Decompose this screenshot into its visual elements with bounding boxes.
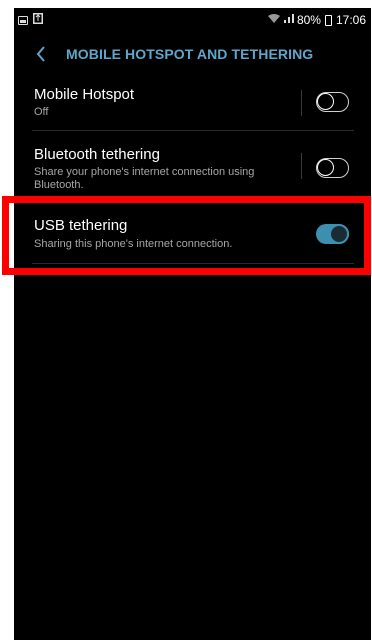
setting-title: Mobile Hotspot (34, 86, 135, 103)
wifi-icon (267, 13, 281, 27)
setting-title: USB tethering (34, 217, 128, 234)
setting-subtitle: Sharing this phone's internet connection… (34, 238, 233, 250)
toggle-knob (329, 224, 349, 244)
chevron-left-icon (36, 46, 45, 62)
toggle-knob (317, 159, 334, 176)
setting-row-usb-tethering[interactable]: USB tethering Sharing this phone's inter… (14, 212, 371, 264)
back-button[interactable] (30, 43, 52, 65)
setting-subtitle: Off (34, 106, 49, 118)
usb-tethering-toggle[interactable] (316, 224, 349, 244)
status-bar: 80% 17:06 (14, 8, 371, 32)
clock: 17:06 (335, 13, 366, 27)
battery-icon (324, 14, 332, 26)
image-icon (18, 15, 28, 25)
status-left-icons (18, 13, 43, 27)
app-bar: MOBILE HOTSPOT AND TETHERING (14, 34, 371, 74)
page-title: MOBILE HOTSPOT AND TETHERING (66, 46, 314, 62)
setting-row-bluetooth-tethering[interactable]: Bluetooth tethering Share your phone's i… (14, 142, 371, 204)
phone-screen: 80% 17:06 MOBILE HOTSPOT AND TETHERING M… (14, 8, 371, 640)
signal-icon (283, 13, 295, 27)
status-right-icons: 80% 17:06 (267, 13, 366, 27)
setting-title: Bluetooth tethering (34, 146, 160, 163)
setting-subtitle: Share your phone's internet connection u… (34, 166, 255, 191)
row-divider (301, 153, 302, 179)
battery-percent: 80% (296, 13, 321, 27)
row-divider (301, 90, 302, 116)
bluetooth-tethering-toggle[interactable] (316, 158, 349, 178)
list-divider (32, 130, 354, 131)
mobile-hotspot-toggle[interactable] (316, 92, 349, 112)
list-divider (32, 263, 354, 264)
toggle-knob (317, 93, 334, 110)
usb-icon (33, 13, 43, 27)
